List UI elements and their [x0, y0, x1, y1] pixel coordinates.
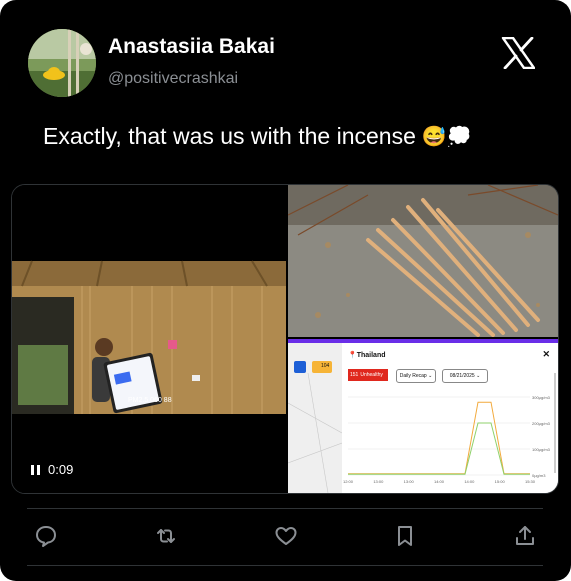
y-tick-label: 200μg/m3 [532, 421, 551, 426]
y-tick-label: 300μg/m3 [532, 395, 551, 400]
pause-icon[interactable] [31, 464, 40, 475]
video-screen-text: PM2.5 060 88 [128, 397, 172, 404]
location-label: Thailand [356, 352, 386, 359]
recap-dropdown[interactable]: Daily Recap ⌄ [396, 369, 436, 383]
aqi-value: 151 [350, 372, 359, 378]
reply-icon[interactable] [34, 524, 58, 548]
date-label: 08/21/2025 [449, 373, 475, 379]
bookmark-icon[interactable] [393, 524, 417, 548]
pin-icon: 📍 [348, 352, 357, 359]
x-tick-label: 15:30 [525, 479, 536, 484]
video-frame [12, 260, 286, 414]
dashboard-panel: 📍Thailand ✕ 151 Unhealthy Daily Recap ⌄ … [342, 343, 558, 493]
like-icon[interactable] [274, 524, 298, 548]
tweet-emoji: 😅💭 [421, 126, 472, 148]
x-tick-label: 13:00 [373, 479, 384, 484]
air-quality-chart: 300μg/m3 200μg/m3 100μg/m3 0μg/m3 12:00 13:00… [343, 395, 551, 484]
aqi-label: Unhealthy [360, 372, 383, 378]
x-tick-label: 13:00 [404, 479, 415, 484]
share-icon[interactable] [513, 524, 537, 548]
video-timecode: 0:09 [31, 462, 73, 477]
series-line-0 [348, 401, 530, 475]
avatar-image [28, 29, 96, 97]
date-picker[interactable]: 08/21/2025 ⌄ [442, 369, 488, 383]
x-tick-label: 15:00 [495, 479, 506, 484]
action-bar [27, 508, 543, 566]
y-tick-label: 0μg/m3 [532, 473, 546, 478]
x-tick-label: 12:00 [343, 479, 354, 484]
x-tick-label: 14:00 [434, 479, 445, 484]
y-tick-label: 100μg/m3 [532, 447, 551, 452]
photo-incense[interactable] [288, 185, 558, 337]
recap-label: Daily Recap [399, 373, 427, 379]
avatar[interactable] [28, 29, 96, 97]
dashboard-map: 104 [288, 343, 343, 493]
x-logo-icon[interactable] [501, 36, 536, 70]
close-icon[interactable]: ✕ [542, 349, 550, 360]
chevron-down-icon: ⌄ [426, 373, 433, 379]
x-tick-label: 14:00 [464, 479, 475, 484]
chevron-down-icon: ⌄ [474, 373, 481, 379]
video-player[interactable]: PM2.5 060 88 0:09 [12, 185, 286, 493]
author-handle[interactable]: @positivecrashkai [108, 70, 238, 88]
retweet-icon[interactable] [154, 524, 178, 548]
location-title: 📍Thailand [348, 351, 386, 359]
tweet-text: Exactly, that was us with the incense 😅💭 [43, 123, 472, 150]
tweet-body: Exactly, that was us with the incense [43, 123, 416, 149]
media-grid: PM2.5 060 88 0:09 104 📍Thailand ✕ 151 Un… [11, 184, 559, 494]
map-badge: 104 [321, 363, 330, 369]
photo-dashboard[interactable]: 104 📍Thailand ✕ 151 Unhealthy Daily Reca… [288, 339, 558, 493]
author-name[interactable]: Anastasiia Bakai [108, 35, 275, 59]
incense-photo [288, 185, 558, 337]
timecode-label: 0:09 [48, 462, 74, 477]
tweet-card: Anastasiia Bakai @positivecrashkai Exact… [0, 0, 571, 581]
aqi-badge: 151 Unhealthy [348, 369, 388, 381]
